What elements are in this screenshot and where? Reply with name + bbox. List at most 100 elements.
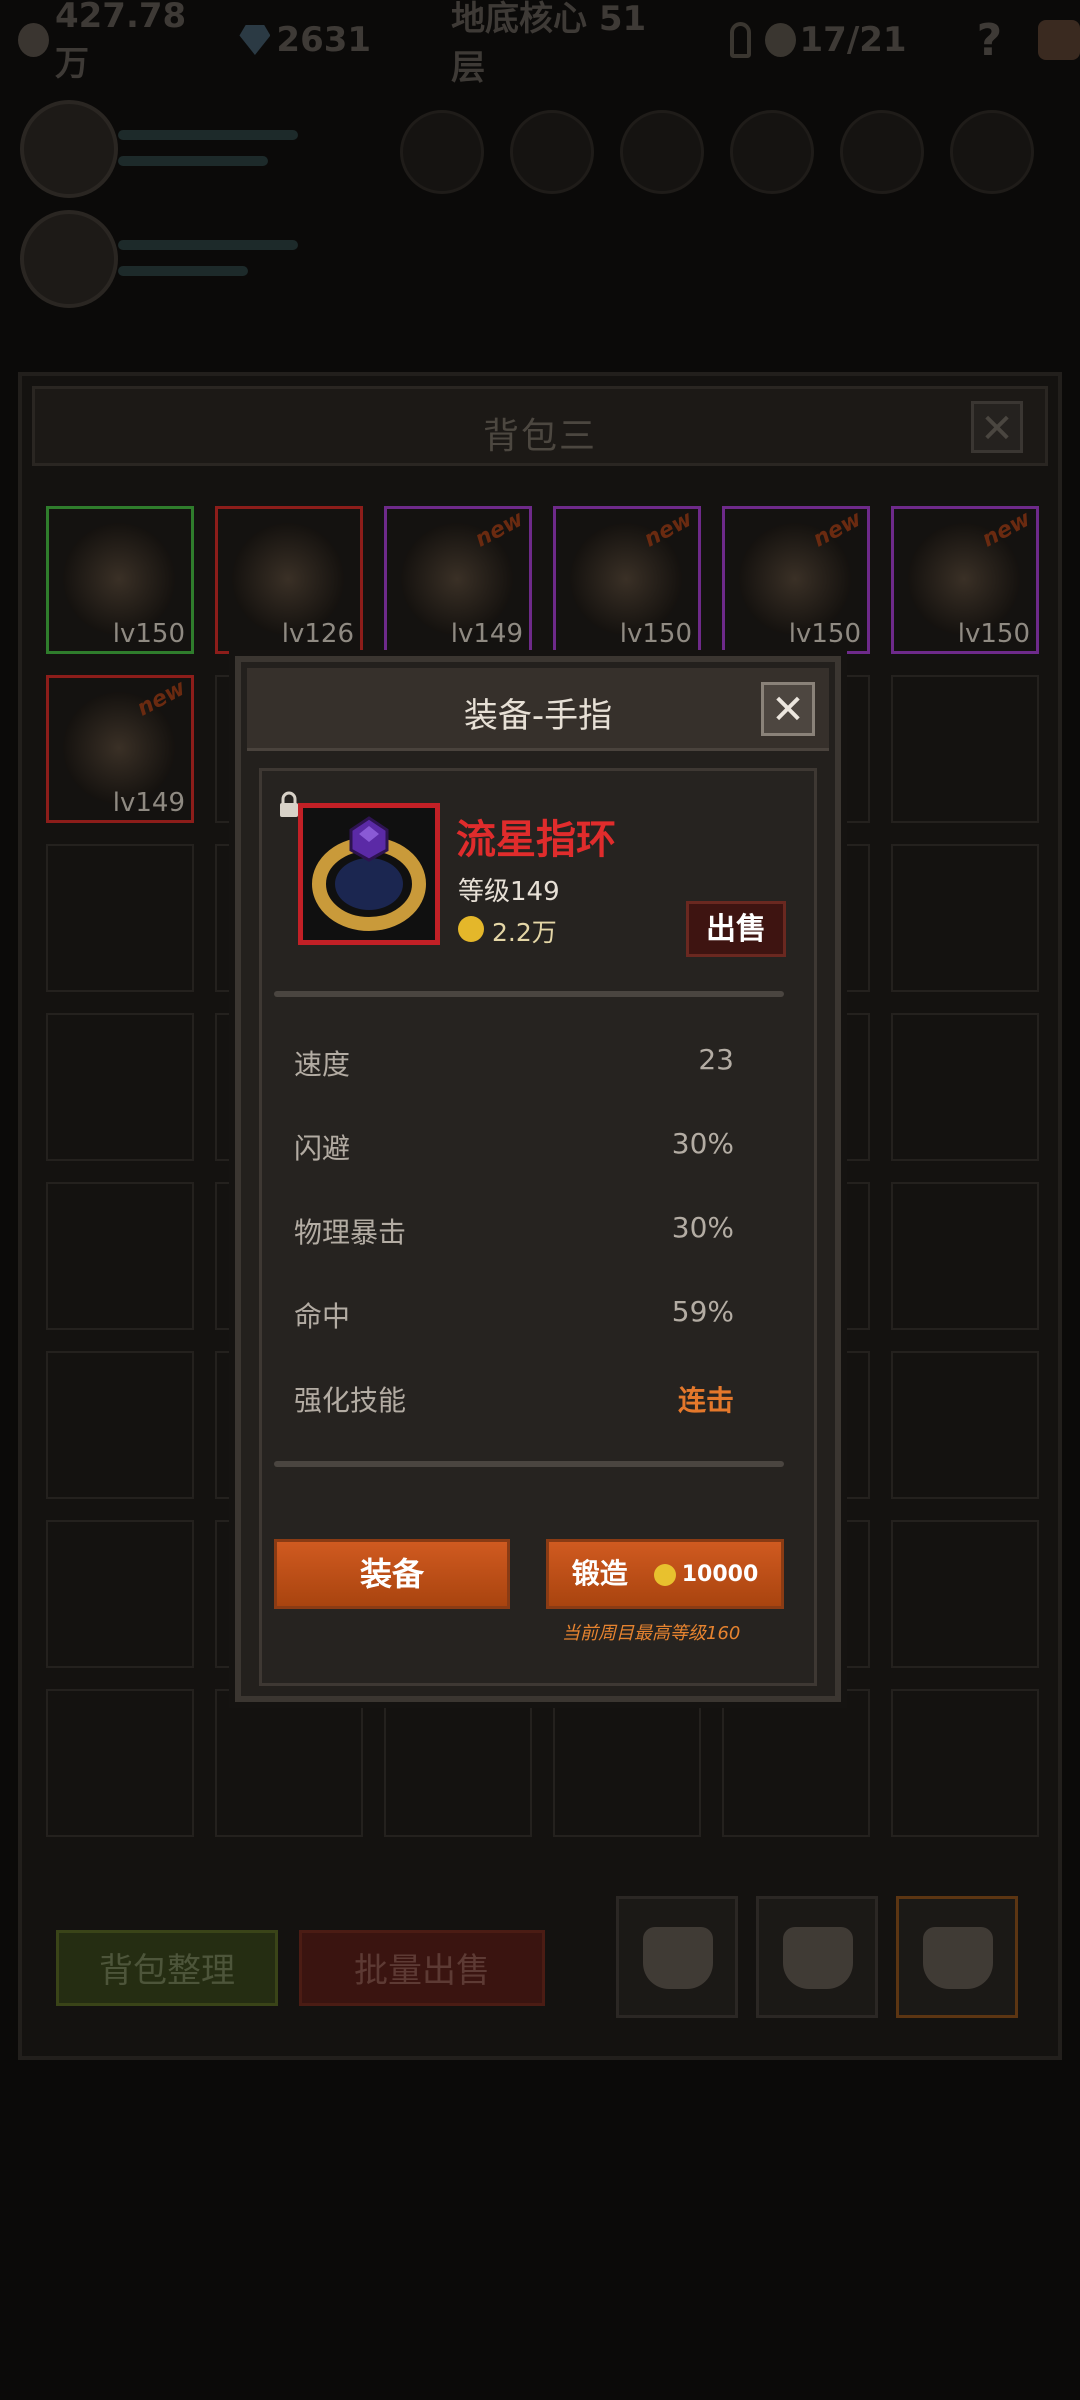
skull-icon [764,23,796,57]
item-level-label: lv150 [619,619,692,649]
stat-label: 速度 [294,1048,351,1081]
bag-tab-3[interactable] [896,1896,1018,2018]
gold-amount: 427.78万 [54,0,187,84]
empty-bag-slot[interactable] [891,1689,1039,1837]
stat-row: 命中 59% [294,1295,734,1335]
hero-hp-bar [118,130,298,140]
empty-bag-slot[interactable] [891,844,1039,992]
dialog-close-button[interactable]: ✕ [761,682,815,736]
diamond-icon [239,25,271,55]
floor-label: 地底核心 51层 [451,0,647,88]
forge-label: 锻造 [571,1557,628,1590]
item-level-label: lv150 [788,619,861,649]
backpack-title: 背包三 [482,416,597,457]
empty-bag-slot[interactable] [891,675,1039,823]
pouch-icon [643,1927,713,1989]
item-portrait [298,803,440,945]
dialog-title: 装备-手指 [463,696,613,736]
tidy-bag-button[interactable]: 背包整理 [56,1930,278,2006]
item-price: 2.2万 [492,918,557,947]
stat-row: 速度 23 [294,1043,734,1083]
equip-button[interactable]: 装备 [274,1539,510,1609]
empty-bag-slot[interactable] [46,1182,194,1330]
chest-icon[interactable] [1038,20,1080,60]
hero-portrait[interactable] [20,100,118,198]
item-level-label: lv149 [112,788,185,818]
equip-slot[interactable] [730,110,814,194]
empty-bag-slot[interactable] [46,1520,194,1668]
gold-coin-icon [458,916,484,942]
divider [274,1461,784,1467]
max-level-note: 当前周目最高等级160 [562,1623,741,1644]
equip-slot[interactable] [400,110,484,194]
pouch-icon [923,1927,993,1989]
empty-bag-slot[interactable] [891,1182,1039,1330]
stat-value: 30% [671,1211,734,1244]
pouch-icon [783,1927,853,1989]
bag-item-slot[interactable]: new lv149 [46,675,194,823]
gem-amount: 2631 [276,20,372,60]
gold-coin-icon [653,1564,676,1586]
item-level: 等级149 [458,877,560,907]
item-level-label: lv150 [957,619,1030,649]
help-button[interactable]: ? [977,15,1003,66]
empty-bag-slot[interactable] [553,1689,701,1837]
batch-sell-button[interactable]: 批量出售 [299,1930,545,2006]
bag-item-slot[interactable]: new lv149 [384,506,532,654]
equip-slot[interactable] [950,110,1034,194]
equip-slot[interactable] [620,110,704,194]
enhanced-skill-value: 连击 [677,1384,734,1417]
lock-icon[interactable] [278,791,300,819]
hero-portrait[interactable] [20,210,118,308]
empty-bag-slot[interactable] [46,844,194,992]
stat-label: 闪避 [294,1132,351,1165]
bag-tab-1[interactable] [616,1896,738,2018]
item-detail-dialog: 装备-手指 ✕ 流星指环 等级149 2.2万 出售 速度 23 闪避 30% [235,656,841,1702]
empty-bag-slot[interactable] [46,1013,194,1161]
bag-item-slot[interactable]: lv126 [215,506,363,654]
stat-label: 强化技能 [294,1384,407,1417]
equip-slot[interactable] [840,110,924,194]
hero-mp-bar [118,156,268,166]
stat-label: 命中 [294,1300,351,1333]
hero-strip [0,90,1080,370]
backpack-header: 背包三 ✕ [32,386,1048,466]
dialog-header: 装备-手指 ✕ [247,668,829,751]
forge-button[interactable]: 锻造 10000 [546,1539,784,1609]
item-name: 流星指环 [456,817,616,863]
top-status-bar: 427.78万 2631 地底核心 51层 17/21 ? [0,0,1080,88]
ring-icon [312,816,426,931]
hero-hp-bar [118,240,298,250]
stat-value: 23 [698,1043,734,1076]
stat-value: 30% [671,1127,734,1160]
empty-bag-slot[interactable] [891,1351,1039,1499]
bag-item-slot[interactable]: new lv150 [891,506,1039,654]
empty-bag-slot[interactable] [891,1013,1039,1161]
stat-label: 物理暴击 [294,1216,407,1249]
item-level-label: lv126 [281,619,354,649]
divider [274,991,784,997]
hero-mp-bar [118,266,248,276]
equip-slot[interactable] [510,110,594,194]
item-level-label: lv149 [450,619,523,649]
kill-progress: 17/21 [799,20,907,60]
empty-bag-slot[interactable] [891,1520,1039,1668]
gold-coin-icon [18,23,49,57]
empty-bag-slot[interactable] [722,1689,870,1837]
dialog-body: 流星指环 等级149 2.2万 出售 速度 23 闪避 30% 物理暴击 30%… [259,768,817,1686]
item-level-label: lv150 [112,619,185,649]
bag-item-slot[interactable]: new lv150 [722,506,870,654]
stat-row: 物理暴击 30% [294,1211,734,1251]
empty-bag-slot[interactable] [46,1689,194,1837]
empty-bag-slot[interactable] [384,1689,532,1837]
bag-item-slot[interactable]: new lv150 [553,506,701,654]
bag-item-slot[interactable]: lv150 [46,506,194,654]
forge-cost: 10000 [681,1562,759,1587]
empty-bag-slot[interactable] [46,1351,194,1499]
stat-value: 59% [671,1295,734,1328]
bag-tab-2[interactable] [756,1896,878,2018]
stat-row: 闪避 30% [294,1127,734,1167]
backpack-close-button[interactable]: ✕ [971,401,1023,453]
empty-bag-slot[interactable] [215,1689,363,1837]
sell-button[interactable]: 出售 [686,901,786,957]
